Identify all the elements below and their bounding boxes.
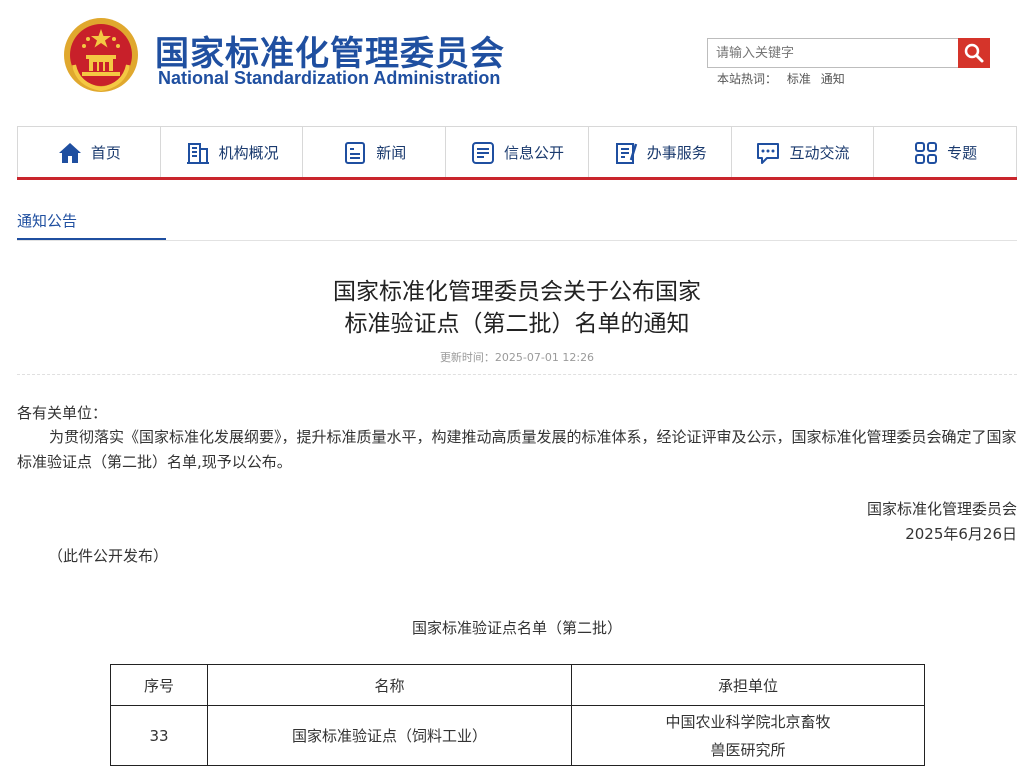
nav-item-service[interactable]: 办事服务: [589, 127, 732, 178]
nav-label: 信息公开: [504, 144, 565, 162]
table-cell-unit: 中国农业科学院北京畜牧 兽医研究所: [571, 705, 925, 766]
grid-icon: [915, 141, 938, 164]
nav-item-interact[interactable]: 互动交流: [732, 127, 875, 178]
nav-label: 新闻: [376, 144, 407, 162]
nav-label: 互动交流: [789, 144, 850, 162]
article-title: 国家标准化管理委员会关于公布国家 标准验证点（第二批）名单的通知: [17, 276, 1017, 340]
site-header: 国家标准化管理委员会 National Standardization Admi…: [0, 0, 1034, 120]
search-icon: [964, 43, 984, 63]
news-icon: [345, 141, 366, 164]
nav-item-home[interactable]: 首页: [18, 127, 161, 178]
nav-label: 首页: [90, 144, 121, 162]
nav-accent-bar: [17, 177, 1017, 180]
update-time: 更新时间：2025-07-01 12:26: [439, 351, 595, 364]
article-title-line: 标准验证点（第二批）名单的通知: [344, 311, 690, 337]
table-header-row: 序号 名称 承担单位: [110, 664, 925, 706]
hot-word-link[interactable]: 通知: [821, 72, 845, 86]
nav-item-about[interactable]: 机构概况: [161, 127, 304, 178]
home-icon: [58, 142, 81, 163]
hot-words: 本站热词： 标准 通知: [717, 70, 851, 87]
service-icon: [615, 142, 637, 164]
verification-points-table: 序号 名称 承担单位 33 国家标准验证点（饲料工业） 中国农业科学院北京畜牧 …: [110, 664, 925, 766]
publish-note: （此件公开发布）: [48, 547, 169, 565]
nav-label: 机构概况: [218, 144, 279, 162]
info-icon: [472, 141, 494, 164]
article-divider: [17, 374, 1017, 375]
nav-label: 办事服务: [646, 144, 707, 162]
nav-label: 专题: [947, 144, 978, 162]
table-header-cell: 承担单位: [571, 664, 925, 706]
article-paragraph: 为贯彻落实《国家标准化发展纲要》，提升标准质量水平，构建推动高质量发展的标准体系…: [17, 428, 1017, 471]
hot-word-link[interactable]: 标准: [787, 72, 811, 86]
signer-name: 国家标准化管理委员会: [866, 500, 1017, 518]
table-title: 国家标准验证点名单（第二批）: [411, 619, 622, 637]
nav-item-news[interactable]: 新闻: [303, 127, 447, 178]
table-cell-name: 国家标准验证点（饲料工业）: [207, 705, 572, 766]
section-tab-notices[interactable]: 通知公告: [17, 210, 77, 231]
chat-icon: [757, 142, 780, 164]
table-header-cell: 名称: [207, 664, 572, 706]
table-header-cell: 序号: [110, 664, 208, 706]
hot-words-label: 本站热词：: [717, 72, 778, 86]
table-cell-no: 33: [110, 705, 208, 766]
unit-line: 兽医研究所: [710, 740, 786, 759]
article-title-line: 国家标准化管理委员会关于公布国家: [333, 279, 701, 305]
salutation: 各有关单位：: [17, 404, 108, 422]
site-title-en[interactable]: National Standardization Administration: [158, 68, 500, 89]
table-row: 33 国家标准验证点（饲料工业） 中国农业科学院北京畜牧 兽医研究所: [110, 705, 925, 766]
search-input[interactable]: [707, 38, 959, 68]
national-emblem-icon: [64, 18, 138, 92]
nav-item-topics[interactable]: 专题: [874, 127, 1016, 178]
section-divider: [17, 240, 1017, 241]
nav-item-info[interactable]: 信息公开: [446, 127, 589, 178]
signed-date: 2025年6月26日: [905, 525, 1017, 543]
signature-block: 国家标准化管理委员会 2025年6月26日: [867, 497, 1017, 547]
main-nav: 首页 机构概况 新闻 信息公开 办事服务 互动交流 专题: [17, 126, 1017, 178]
search-button[interactable]: [958, 38, 990, 68]
unit-line: 中国农业科学院北京畜牧: [665, 712, 831, 731]
building-icon: [186, 142, 209, 164]
